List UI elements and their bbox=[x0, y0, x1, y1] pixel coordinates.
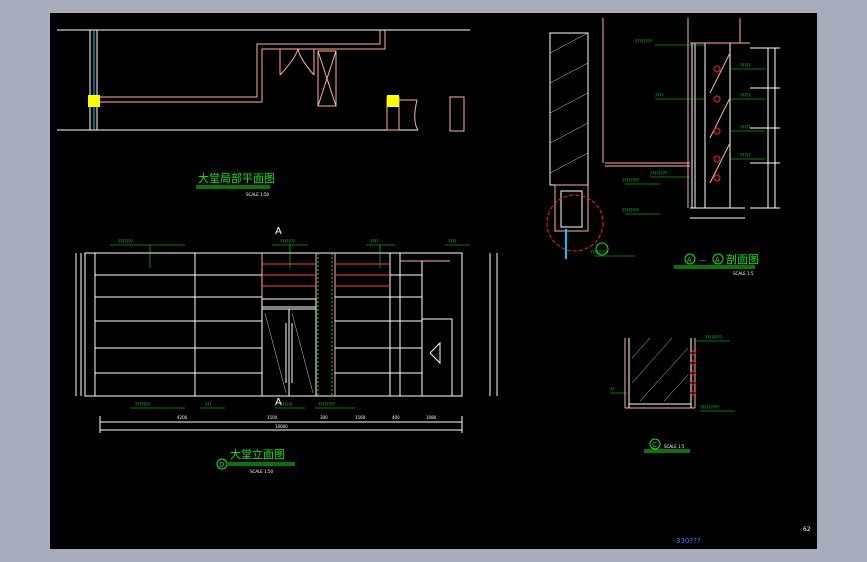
elevation-scale: SCALE 1:50 bbox=[250, 469, 274, 474]
svg-text:????????: ???????? bbox=[590, 250, 607, 255]
section-title: 剖面图 bbox=[726, 252, 759, 266]
svg-text:????????: ???????? bbox=[318, 402, 335, 407]
detail-title-block: C SCALE 1:5 bbox=[644, 438, 690, 453]
detail-marker: C bbox=[652, 441, 657, 449]
section-annotations: ???????? ???? ???????? ???????? ????????… bbox=[590, 39, 751, 255]
drawing-frame: 大堂局部平面图 SCALE 1:50 ??????? ??????? ???? … bbox=[0, 0, 867, 562]
elevation-marker: D bbox=[219, 461, 224, 469]
drawing-canvas: 大堂局部平面图 SCALE 1:50 ??????? ??????? ???? … bbox=[50, 13, 817, 549]
svg-text:???????: ??????? bbox=[118, 239, 133, 244]
footer-code: 330??? bbox=[676, 537, 701, 545]
column-marker-2 bbox=[387, 95, 399, 107]
svg-text:A: A bbox=[275, 226, 282, 237]
svg-text:1080: 1080 bbox=[426, 415, 437, 420]
svg-text:?????: ????? bbox=[740, 93, 751, 98]
elevation-title: 大堂立面图 bbox=[230, 447, 285, 461]
elevation-leaders bbox=[110, 244, 470, 409]
svg-text:????: ???? bbox=[655, 93, 664, 98]
svg-text:????????: ???????? bbox=[705, 335, 722, 340]
svg-text:????: ???? bbox=[448, 239, 457, 244]
svg-text:4200: 4200 bbox=[177, 415, 188, 420]
svg-text:A: A bbox=[275, 397, 282, 408]
partial-floor-plan bbox=[57, 29, 470, 132]
svg-text:??: ?? bbox=[610, 387, 614, 392]
cad-drawing: 大堂局部平面图 SCALE 1:50 ??????? ??????? ???? … bbox=[57, 18, 811, 545]
svg-text:1560: 1560 bbox=[355, 415, 366, 420]
elevation-annotations: ??????? ??????? ???? ???? ??????? ??? ??… bbox=[118, 226, 457, 429]
detail-red-points bbox=[690, 350, 696, 396]
column-marker-1 bbox=[88, 95, 100, 107]
section-dash: — bbox=[699, 256, 706, 264]
svg-text:1500: 1500 bbox=[267, 415, 278, 420]
svg-text:???????: ??????? bbox=[135, 402, 150, 407]
elevation-title-block: D 大堂立面图 SCALE 1:50 bbox=[216, 447, 295, 474]
section-marker-a1: A bbox=[687, 256, 692, 264]
svg-text:10600: 10600 bbox=[275, 424, 288, 429]
plan-title-block: 大堂局部平面图 SCALE 1:50 bbox=[196, 171, 275, 197]
svg-text:????????: ???????? bbox=[622, 178, 639, 183]
svg-text:????: ???? bbox=[370, 239, 379, 244]
svg-text:400: 400 bbox=[392, 415, 400, 420]
page-number: 62 bbox=[803, 526, 811, 533]
detail-c bbox=[624, 337, 696, 409]
section-title-block: A — A 剖面图 SCALE 1:5 bbox=[674, 252, 759, 276]
svg-text:?????????: ????????? bbox=[700, 405, 719, 410]
svg-text:???????: ??????? bbox=[280, 239, 295, 244]
section-leaders bbox=[595, 44, 765, 257]
svg-text:???: ??? bbox=[205, 402, 211, 407]
svg-text:????????: ???????? bbox=[650, 171, 667, 176]
section-marker-a2: A bbox=[715, 256, 720, 264]
plan-title: 大堂局部平面图 bbox=[198, 171, 275, 185]
detail-scale: SCALE 1:5 bbox=[664, 444, 685, 449]
svg-text:300: 300 bbox=[320, 415, 328, 420]
svg-text:?????: ????? bbox=[740, 125, 751, 130]
section-scale: SCALE 1:5 bbox=[733, 271, 754, 276]
svg-text:????????: ???????? bbox=[635, 39, 652, 44]
svg-text:????????: ???????? bbox=[622, 208, 639, 213]
plan-scale: SCALE 1:50 bbox=[246, 192, 270, 197]
section-a-a bbox=[546, 18, 780, 259]
svg-text:?????: ????? bbox=[740, 153, 751, 158]
svg-text:?????: ????? bbox=[740, 63, 751, 68]
